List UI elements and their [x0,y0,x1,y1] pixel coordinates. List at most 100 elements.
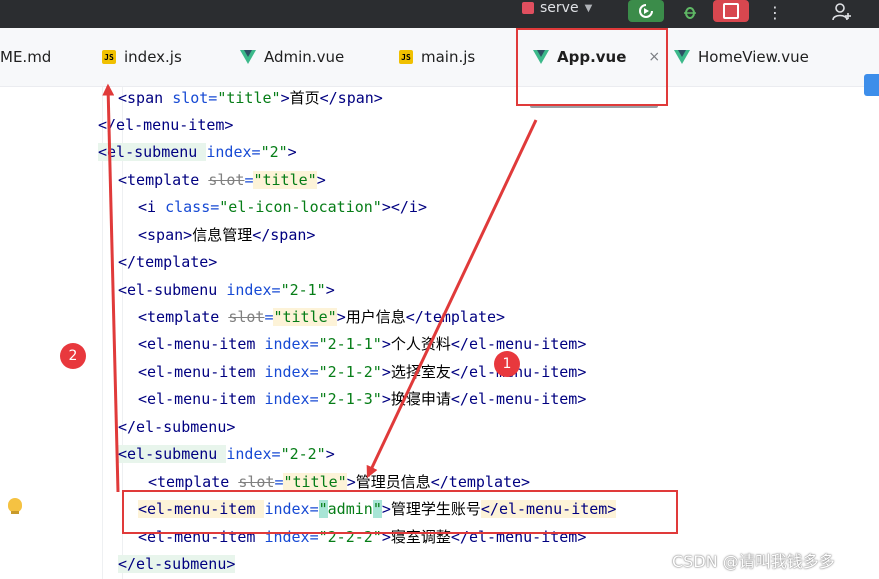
tab-readme-md[interactable]: ME.md [0,28,51,86]
code-token: "2-1-3" [318,390,382,408]
code-token: index= [206,143,261,161]
annotation-badge-2: 2 [60,343,86,369]
code-line: <el-submenu index="2-1"> [118,277,335,304]
tab-label: HomeView.vue [698,48,809,66]
code-token: <template [118,171,209,189]
run-button[interactable] [628,0,664,22]
lightbulb-icon[interactable] [8,498,22,514]
code-token: "title" [253,171,317,189]
code-token: ></i> [381,198,427,216]
code-token: 信息管理 [192,226,253,244]
annotation-box-tab [516,28,668,106]
code-line: </el-submenu> [118,551,236,578]
code-line: <template slot="title"> [118,167,326,194]
code-token: "2-1-1" [318,335,382,353]
vue-file-icon [240,50,256,64]
code-token: </template> [430,473,531,491]
code-token: "title" [217,89,281,107]
code-token: </template> [118,253,218,271]
tab-homeview-vue[interactable]: HomeView.vue [674,28,809,86]
code-token: 个人资料 [390,335,451,353]
code-token: > [381,363,391,381]
code-token: </span> [319,89,383,107]
vue-file-icon [674,50,690,64]
code-token: </template> [405,308,506,326]
stop-button[interactable] [713,0,749,22]
code-token: "el-icon-location" [219,198,382,216]
annotation-badge-1: 1 [494,351,520,377]
code-token: > [346,473,356,491]
code-token: index= [226,445,281,463]
code-token: "2-2" [280,445,326,463]
code-token: <span> [138,226,193,244]
tab-label: ME.md [0,48,52,66]
more-icon: ⋮ [767,2,783,22]
code-token: 用户信息 [345,308,406,326]
code-token: slot= [172,89,218,107]
js-file-icon: JS [399,50,413,64]
code-line: </el-menu-item> [98,112,233,139]
code-token: index= [264,390,319,408]
code-line: </template> [118,249,217,276]
code-token: slot [208,171,245,189]
more-actions-button[interactable]: ⋮ [765,0,785,24]
code-token: "2-1" [280,281,326,299]
code-token: <el-menu-item [138,390,265,408]
tab-label: main.js [421,48,476,66]
code-token: class= [165,198,220,216]
code-token: index= [264,335,319,353]
chevron-down-icon: ▼ [584,2,593,14]
code-line: <i class="el-icon-location"></i> [138,194,427,221]
code-token: </el-menu-item> [450,335,587,353]
run-config-icon [522,2,534,14]
code-token: <i [138,198,166,216]
code-token: > [287,143,297,161]
code-token: <el-menu-item [138,363,265,381]
run-config-label: serve [540,0,579,16]
code-token: <template [138,308,229,326]
code-token: "2-1-2" [318,363,382,381]
code-token: index= [264,363,319,381]
add-user-button[interactable] [828,0,856,24]
code-token: </el-submenu> [118,555,236,573]
code-token: <el-submenu [98,143,207,161]
tab-index-js[interactable]: JS index.js [102,28,182,86]
top-toolbar: serve ▼ ⋮ [0,0,879,28]
debug-button[interactable] [680,0,700,24]
code-token: "title" [283,473,347,491]
code-token: index= [226,281,281,299]
code-token: > [325,445,335,463]
tab-main-js[interactable]: JS main.js [399,28,475,86]
code-token: <el-submenu [118,281,227,299]
code-token: <el-menu-item [138,335,265,353]
code-token: 选择室友 [390,363,451,381]
code-token: > [381,335,391,353]
watermark: CSDN @请叫我钱多多 [672,552,835,571]
code-line: <span slot="title">首页</span> [118,85,383,112]
code-token: </el-submenu> [118,418,236,436]
js-file-icon: JS [102,50,116,64]
code-token: <span [118,89,173,107]
code-token: 管理员信息 [355,473,431,491]
code-token: > [381,390,391,408]
editor-tab-bar: ME.md JS index.js Admin.vue JS main.js A… [0,28,879,108]
code-token: "title" [273,308,337,326]
code-line: </el-submenu> [118,414,235,441]
code-token: > [280,89,290,107]
code-token: slot [238,473,275,491]
code-line: <el-menu-item index="2-1-1">个人资料</el-men… [138,331,586,358]
run-config-dropdown[interactable]: serve ▼ [522,0,592,20]
code-token: 换寝申请 [390,390,451,408]
tab-label: Admin.vue [264,48,345,66]
code-token: </el-menu-item> [450,390,587,408]
tab-label: index.js [124,48,182,66]
code-line: <el-submenu index="2"> [98,139,297,166]
tab-admin-vue[interactable]: Admin.vue [240,28,344,86]
code-line: <template slot="title">用户信息</template> [138,304,505,331]
code-token: > [325,281,335,299]
code-token: </el-menu-item> [98,116,234,134]
add-user-icon [832,3,851,21]
code-token: <el-submenu [118,445,227,463]
code-line: <span>信息管理</span> [138,222,315,249]
bug-icon [684,7,696,19]
